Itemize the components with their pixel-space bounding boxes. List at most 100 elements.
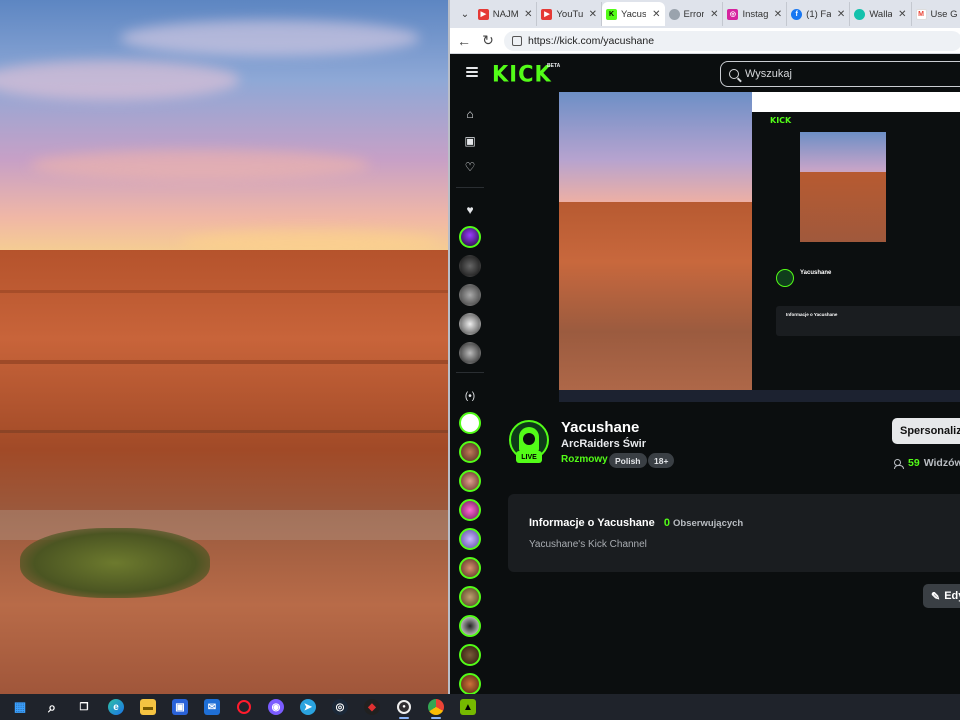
youtube-icon: ▶	[541, 8, 553, 20]
tab-close-icon[interactable]: ✕	[710, 9, 718, 20]
reload-icon[interactable]: ↻	[480, 32, 496, 49]
sidebar: ⌂ ▣ ♡ ♥ (•)	[450, 92, 490, 694]
browser-window: ⌄ ▶ NAJM ✕ ▶ YouTu ✕ K Yacus ✕ Error ✕ ◎…	[448, 0, 960, 694]
browser-tab[interactable]: M Use G	[912, 2, 960, 26]
browse-icon[interactable]: ▣	[462, 133, 478, 149]
stream-frame-taskbar	[559, 390, 960, 402]
youtube-icon: ▶	[477, 8, 489, 20]
followed-channel-avatar[interactable]	[459, 226, 481, 248]
recommended-channel-avatar[interactable]	[459, 673, 481, 694]
wallpaper-rocks	[0, 250, 448, 694]
home-icon[interactable]: ⌂	[462, 106, 478, 122]
tab-title: YouTu	[556, 8, 583, 20]
start-button[interactable]: ▦	[4, 694, 36, 720]
tab-title: Walla	[869, 8, 893, 20]
tab-title: Yacus	[621, 8, 647, 20]
followed-channel-avatar[interactable]	[459, 342, 481, 364]
steam-button[interactable]: ◎	[324, 694, 356, 720]
back-arrow-icon[interactable]: ←	[456, 33, 472, 49]
wallpaper-cloud	[120, 20, 420, 56]
telegram-button[interactable]: ➤	[292, 694, 324, 720]
stream-frame-browser: KICK Yacushane Informacje o Yacushane	[752, 92, 960, 390]
error-icon	[668, 8, 680, 20]
address-bar[interactable]: https://kick.com/yacushane	[504, 30, 960, 51]
search-icon	[729, 69, 739, 79]
opera-button[interactable]	[228, 694, 260, 720]
recommended-channel-avatar[interactable]	[459, 586, 481, 608]
start-icon: ▦	[13, 699, 27, 714]
stream-frame-about-panel	[776, 306, 960, 336]
channel-description: Yacushane's Kick Channel	[529, 539, 647, 550]
recommended-channel-avatar[interactable]	[459, 499, 481, 521]
browser-tab[interactable]: ▶ NAJM ✕	[474, 2, 538, 26]
task-view-button[interactable]: ❐	[68, 694, 100, 720]
steam-icon: ◎	[332, 699, 348, 715]
stream-frame-avatar	[776, 269, 794, 287]
mail-icon: ✉	[204, 699, 220, 715]
channel-name[interactable]: Yacushane	[561, 419, 639, 436]
tag-pill[interactable]: 18+	[648, 453, 675, 468]
wallpaper-pool	[20, 528, 210, 598]
browser-tab[interactable]: f (1) Fa ✕	[787, 2, 851, 26]
recommended-channel-avatar[interactable]	[459, 412, 481, 434]
mail-button[interactable]: ✉	[196, 694, 228, 720]
menu-icon[interactable]	[466, 67, 478, 77]
tab-close-icon[interactable]: ✕	[774, 9, 782, 20]
tab-title: Error	[683, 8, 705, 20]
followed-channel-avatar[interactable]	[459, 313, 481, 335]
recommended-channel-avatar[interactable]	[459, 557, 481, 579]
nvidia-button[interactable]: ▲	[452, 694, 484, 720]
app-button[interactable]: ◆	[356, 694, 388, 720]
browser-tab[interactable]: Error ✕	[665, 2, 724, 26]
tab-title: NAJM	[492, 8, 519, 20]
category-link[interactable]: Rozmowy	[561, 454, 608, 465]
obs-icon: ●	[397, 700, 411, 714]
live-channels-icon: (•)	[464, 390, 476, 402]
tab-close-icon[interactable]: ✕	[589, 9, 597, 20]
recommended-channel-avatar[interactable]	[459, 644, 481, 666]
browser-toolbar: ← ↻ https://kick.com/yacushane	[450, 28, 960, 54]
kick-logo[interactable]: KICK	[492, 61, 552, 86]
video-player[interactable]: KICK Yacushane Informacje o Yacushane	[559, 92, 960, 402]
browser-tab-active[interactable]: K Yacus ✕	[602, 2, 665, 26]
sidebar-divider	[456, 372, 484, 373]
recommended-channel-avatar[interactable]	[459, 441, 481, 463]
recommended-channel-avatar[interactable]	[459, 615, 481, 637]
chrome-button[interactable]	[420, 694, 452, 720]
browser-tab[interactable]: ▶ YouTu ✕	[537, 2, 603, 26]
file-explorer-button[interactable]: ▬	[132, 694, 164, 720]
edge-button[interactable]: e	[100, 694, 132, 720]
browser-tab[interactable]: ◎ Instag ✕	[723, 2, 788, 26]
discord-button[interactable]: ◉	[260, 694, 292, 720]
url-text: https://kick.com/yacushane	[528, 34, 655, 47]
tag-pill[interactable]: Polish	[609, 453, 647, 468]
app-icon: ◆	[364, 699, 380, 715]
facebook-icon: f	[791, 8, 803, 20]
tab-close-icon[interactable]: ✕	[524, 9, 532, 20]
tab-close-icon[interactable]: ✕	[837, 9, 845, 20]
viewer-count-number: 59	[908, 457, 920, 469]
obs-button[interactable]: ●	[388, 694, 420, 720]
tab-close-icon[interactable]: ✕	[898, 9, 906, 20]
store-button[interactable]: ▣	[164, 694, 196, 720]
edge-icon: e	[108, 699, 124, 715]
following-heart-icon[interactable]: ♡	[462, 159, 478, 175]
browser-tab[interactable]: Walla ✕	[850, 2, 912, 26]
tab-search-chevron-icon[interactable]: ⌄	[456, 5, 474, 23]
tab-close-icon[interactable]: ✕	[652, 9, 660, 20]
followed-channel-avatar[interactable]	[459, 255, 481, 277]
about-title: Informacje o Yacushane 0 Obserwujących	[529, 517, 743, 529]
taskbar-search-button[interactable]: ⌕	[36, 694, 68, 720]
followers-label: Obserwujących	[673, 518, 744, 529]
site-info-icon[interactable]	[512, 35, 522, 46]
recommended-channel-avatar[interactable]	[459, 470, 481, 492]
followed-channel-avatar[interactable]	[459, 284, 481, 306]
desktop-wallpaper	[0, 0, 448, 694]
stream-frame-rocks	[559, 202, 754, 402]
viewer-count-label: Widzów	[923, 457, 960, 469]
edit-button[interactable]: ✎ Edytuj	[923, 584, 960, 608]
nvidia-icon: ▲	[460, 699, 476, 715]
customize-button[interactable]: Spersonalizuj	[892, 418, 960, 444]
recommended-channel-avatar[interactable]	[459, 528, 481, 550]
search-input[interactable]: Wyszukaj	[720, 61, 960, 87]
